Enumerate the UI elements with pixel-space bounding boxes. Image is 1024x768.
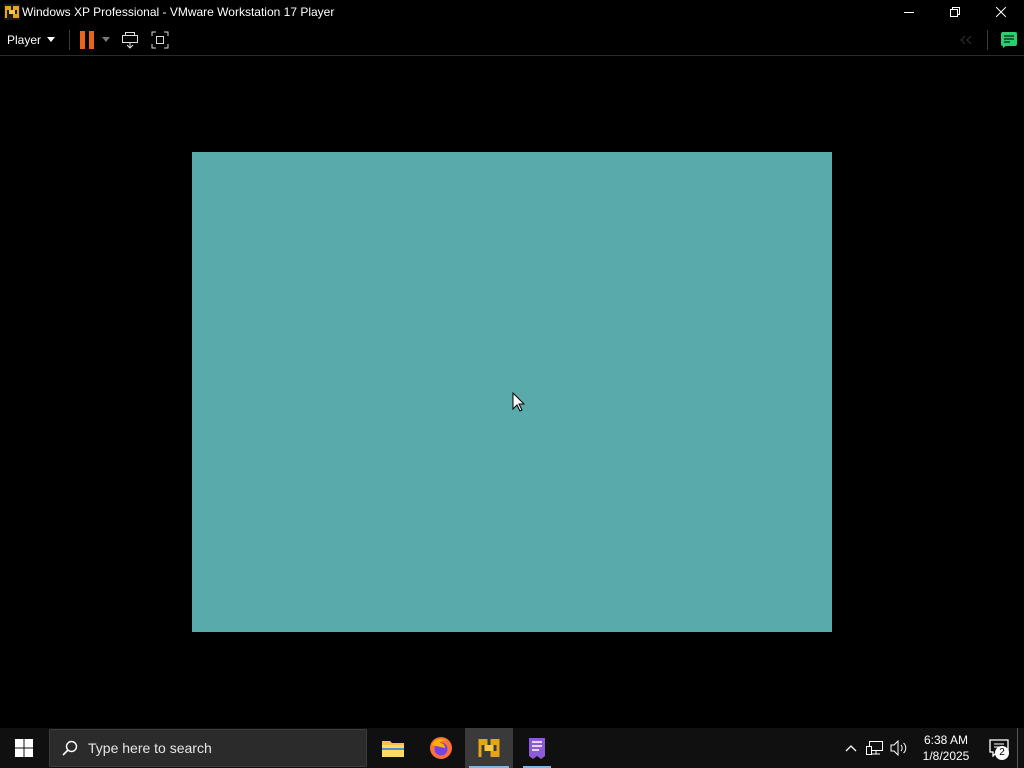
send-ctrl-alt-del-icon xyxy=(122,31,139,49)
chevron-up-icon xyxy=(845,745,857,752)
search-placeholder: Type here to search xyxy=(88,740,212,756)
taskbar-app-firefox[interactable] xyxy=(417,728,465,768)
volume-button[interactable] xyxy=(887,728,911,768)
taskbar-app-generic[interactable] xyxy=(513,728,561,768)
pause-options-dropdown[interactable] xyxy=(98,24,114,55)
window-title-bar: Windows XP Professional - VMware Worksta… xyxy=(0,0,1024,24)
library-notes-button[interactable] xyxy=(994,24,1024,55)
show-desktop-button[interactable] xyxy=(1017,728,1024,768)
player-menu-label: Player xyxy=(7,32,42,47)
window-title: Windows XP Professional - VMware Worksta… xyxy=(22,5,335,19)
windows-taskbar: Type here to search 6:38 AM 1/8/2025 2 xyxy=(0,728,1024,768)
taskbar-search-box[interactable]: Type here to search xyxy=(49,729,367,767)
player-menu-button[interactable]: Player xyxy=(0,24,63,55)
vmware-app-icon xyxy=(4,4,20,20)
app-icon xyxy=(529,738,545,759)
clock-time: 6:38 AM xyxy=(923,733,969,747)
folder-icon xyxy=(382,741,404,757)
vmware-icon xyxy=(478,739,500,757)
pause-button[interactable] xyxy=(76,24,98,55)
restore-button[interactable] xyxy=(932,0,978,24)
start-button[interactable] xyxy=(0,728,48,768)
toolbar-separator xyxy=(69,29,71,50)
taskbar-app-vmware[interactable] xyxy=(465,728,513,768)
vm-display-area[interactable] xyxy=(0,56,1024,728)
close-icon xyxy=(996,7,1006,17)
taskbar-app-file-explorer[interactable] xyxy=(369,728,417,768)
close-button[interactable] xyxy=(978,0,1024,24)
send-ctrl-alt-del-button[interactable] xyxy=(114,24,146,55)
chevron-down-icon xyxy=(47,37,56,42)
pointer-cursor-icon xyxy=(512,392,526,412)
windows-logo-icon xyxy=(15,739,33,757)
firefox-icon xyxy=(430,737,452,759)
network-icon xyxy=(866,741,883,755)
chevron-down-icon xyxy=(102,37,111,42)
notification-count-badge: 2 xyxy=(995,746,1009,760)
clock-date: 1/8/2025 xyxy=(922,749,970,763)
fullscreen-button[interactable] xyxy=(146,24,174,55)
speaker-icon xyxy=(890,740,907,756)
search-icon xyxy=(62,740,78,756)
vm-guest-screen[interactable] xyxy=(192,152,832,632)
system-tray: 6:38 AM 1/8/2025 2 xyxy=(839,728,1024,768)
action-center-button[interactable]: 2 xyxy=(981,728,1017,768)
minimize-icon xyxy=(904,12,914,13)
back-button xyxy=(951,24,981,55)
minimize-button[interactable] xyxy=(886,0,932,24)
restore-icon xyxy=(950,7,960,17)
library-notes-icon xyxy=(1001,31,1017,48)
show-hidden-icons-button[interactable] xyxy=(839,728,863,768)
fullscreen-icon xyxy=(151,31,169,48)
player-toolbar: Player xyxy=(0,24,1024,56)
toolbar-separator xyxy=(987,29,988,50)
taskbar-clock[interactable]: 6:38 AM 1/8/2025 xyxy=(915,732,977,764)
back-disabled-icon xyxy=(960,35,972,44)
pause-icon xyxy=(80,30,95,49)
network-button[interactable] xyxy=(863,728,887,768)
